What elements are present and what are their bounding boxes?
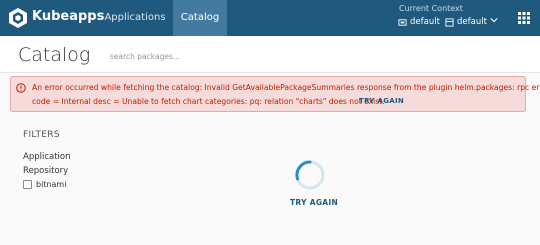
chevron-down-icon[interactable]: [490, 16, 498, 24]
search-input[interactable]: [110, 49, 220, 63]
context-namespace-label: default: [457, 17, 487, 27]
filter-group-repository: Repository: [23, 166, 69, 176]
context-cluster[interactable]: default: [398, 17, 440, 27]
error-icon: [16, 83, 26, 93]
alert-try-again-button[interactable]: TRY AGAIN: [359, 97, 404, 105]
top-navbar: Kubeapps Applications Catalog Current Co…: [0, 0, 540, 36]
brand-name[interactable]: Kubeapps: [32, 9, 104, 24]
namespace-icon: [445, 17, 454, 27]
context-namespace[interactable]: default: [445, 17, 487, 27]
app-grid-icon[interactable]: [518, 12, 530, 24]
kubeapps-logo-icon[interactable]: [6, 6, 30, 30]
context-title: Current Context: [399, 4, 463, 13]
error-alert: An error occurred while fetching the cat…: [10, 76, 540, 112]
filter-group-application: Application: [23, 152, 71, 162]
repository-option-bitnami[interactable]: bitnami: [23, 180, 66, 189]
page-title: Catalog: [18, 44, 91, 66]
nav-tab-catalog[interactable]: Catalog: [173, 0, 227, 36]
filters-title: FILTERS: [23, 130, 60, 140]
bitnami-label: bitnami: [36, 180, 67, 189]
alert-message-line2: code = Internal desc = Unable to fetch c…: [32, 97, 385, 106]
context-cluster-label: default: [410, 17, 440, 27]
bitnami-checkbox[interactable]: [23, 180, 32, 189]
try-again-button[interactable]: TRY AGAIN: [290, 198, 338, 207]
loading-spinner-icon: [295, 160, 325, 190]
cluster-icon: [398, 18, 407, 26]
nav-tab-applications[interactable]: Applications: [96, 0, 174, 36]
alert-message-line1: An error occurred while fetching the cat…: [32, 83, 540, 92]
